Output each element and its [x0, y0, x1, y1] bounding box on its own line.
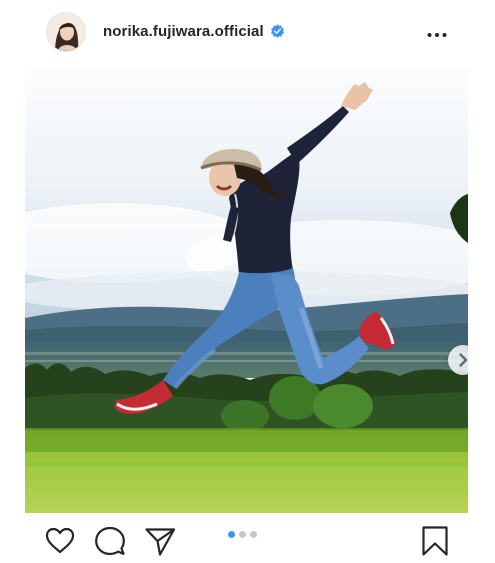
carousel-indicator — [228, 531, 257, 538]
bookmark-icon — [422, 526, 448, 556]
comment-button[interactable] — [93, 524, 127, 558]
like-button[interactable] — [43, 524, 77, 558]
username-group: norika.fujiwara.official — [103, 23, 285, 40]
chevron-right-icon — [459, 353, 468, 367]
heart-icon — [45, 527, 75, 554]
share-button[interactable] — [143, 524, 177, 558]
save-button[interactable] — [418, 524, 452, 558]
username-link[interactable]: norika.fujiwara.official — [103, 23, 264, 40]
paper-plane-icon — [145, 528, 176, 556]
avatar[interactable] — [46, 12, 86, 52]
verified-badge-icon — [270, 24, 284, 38]
carousel-dot — [250, 531, 257, 538]
comment-icon — [95, 526, 125, 556]
post-header: norika.fujiwara.official — [0, 0, 495, 66]
avatar-image — [47, 13, 85, 51]
carousel-dot-active — [228, 531, 235, 538]
post-photo[interactable] — [25, 68, 468, 513]
more-options-icon[interactable] — [426, 22, 448, 42]
carousel-dot — [239, 531, 246, 538]
photo-jumping-woman — [25, 68, 468, 513]
carousel-next-button[interactable] — [448, 345, 468, 375]
